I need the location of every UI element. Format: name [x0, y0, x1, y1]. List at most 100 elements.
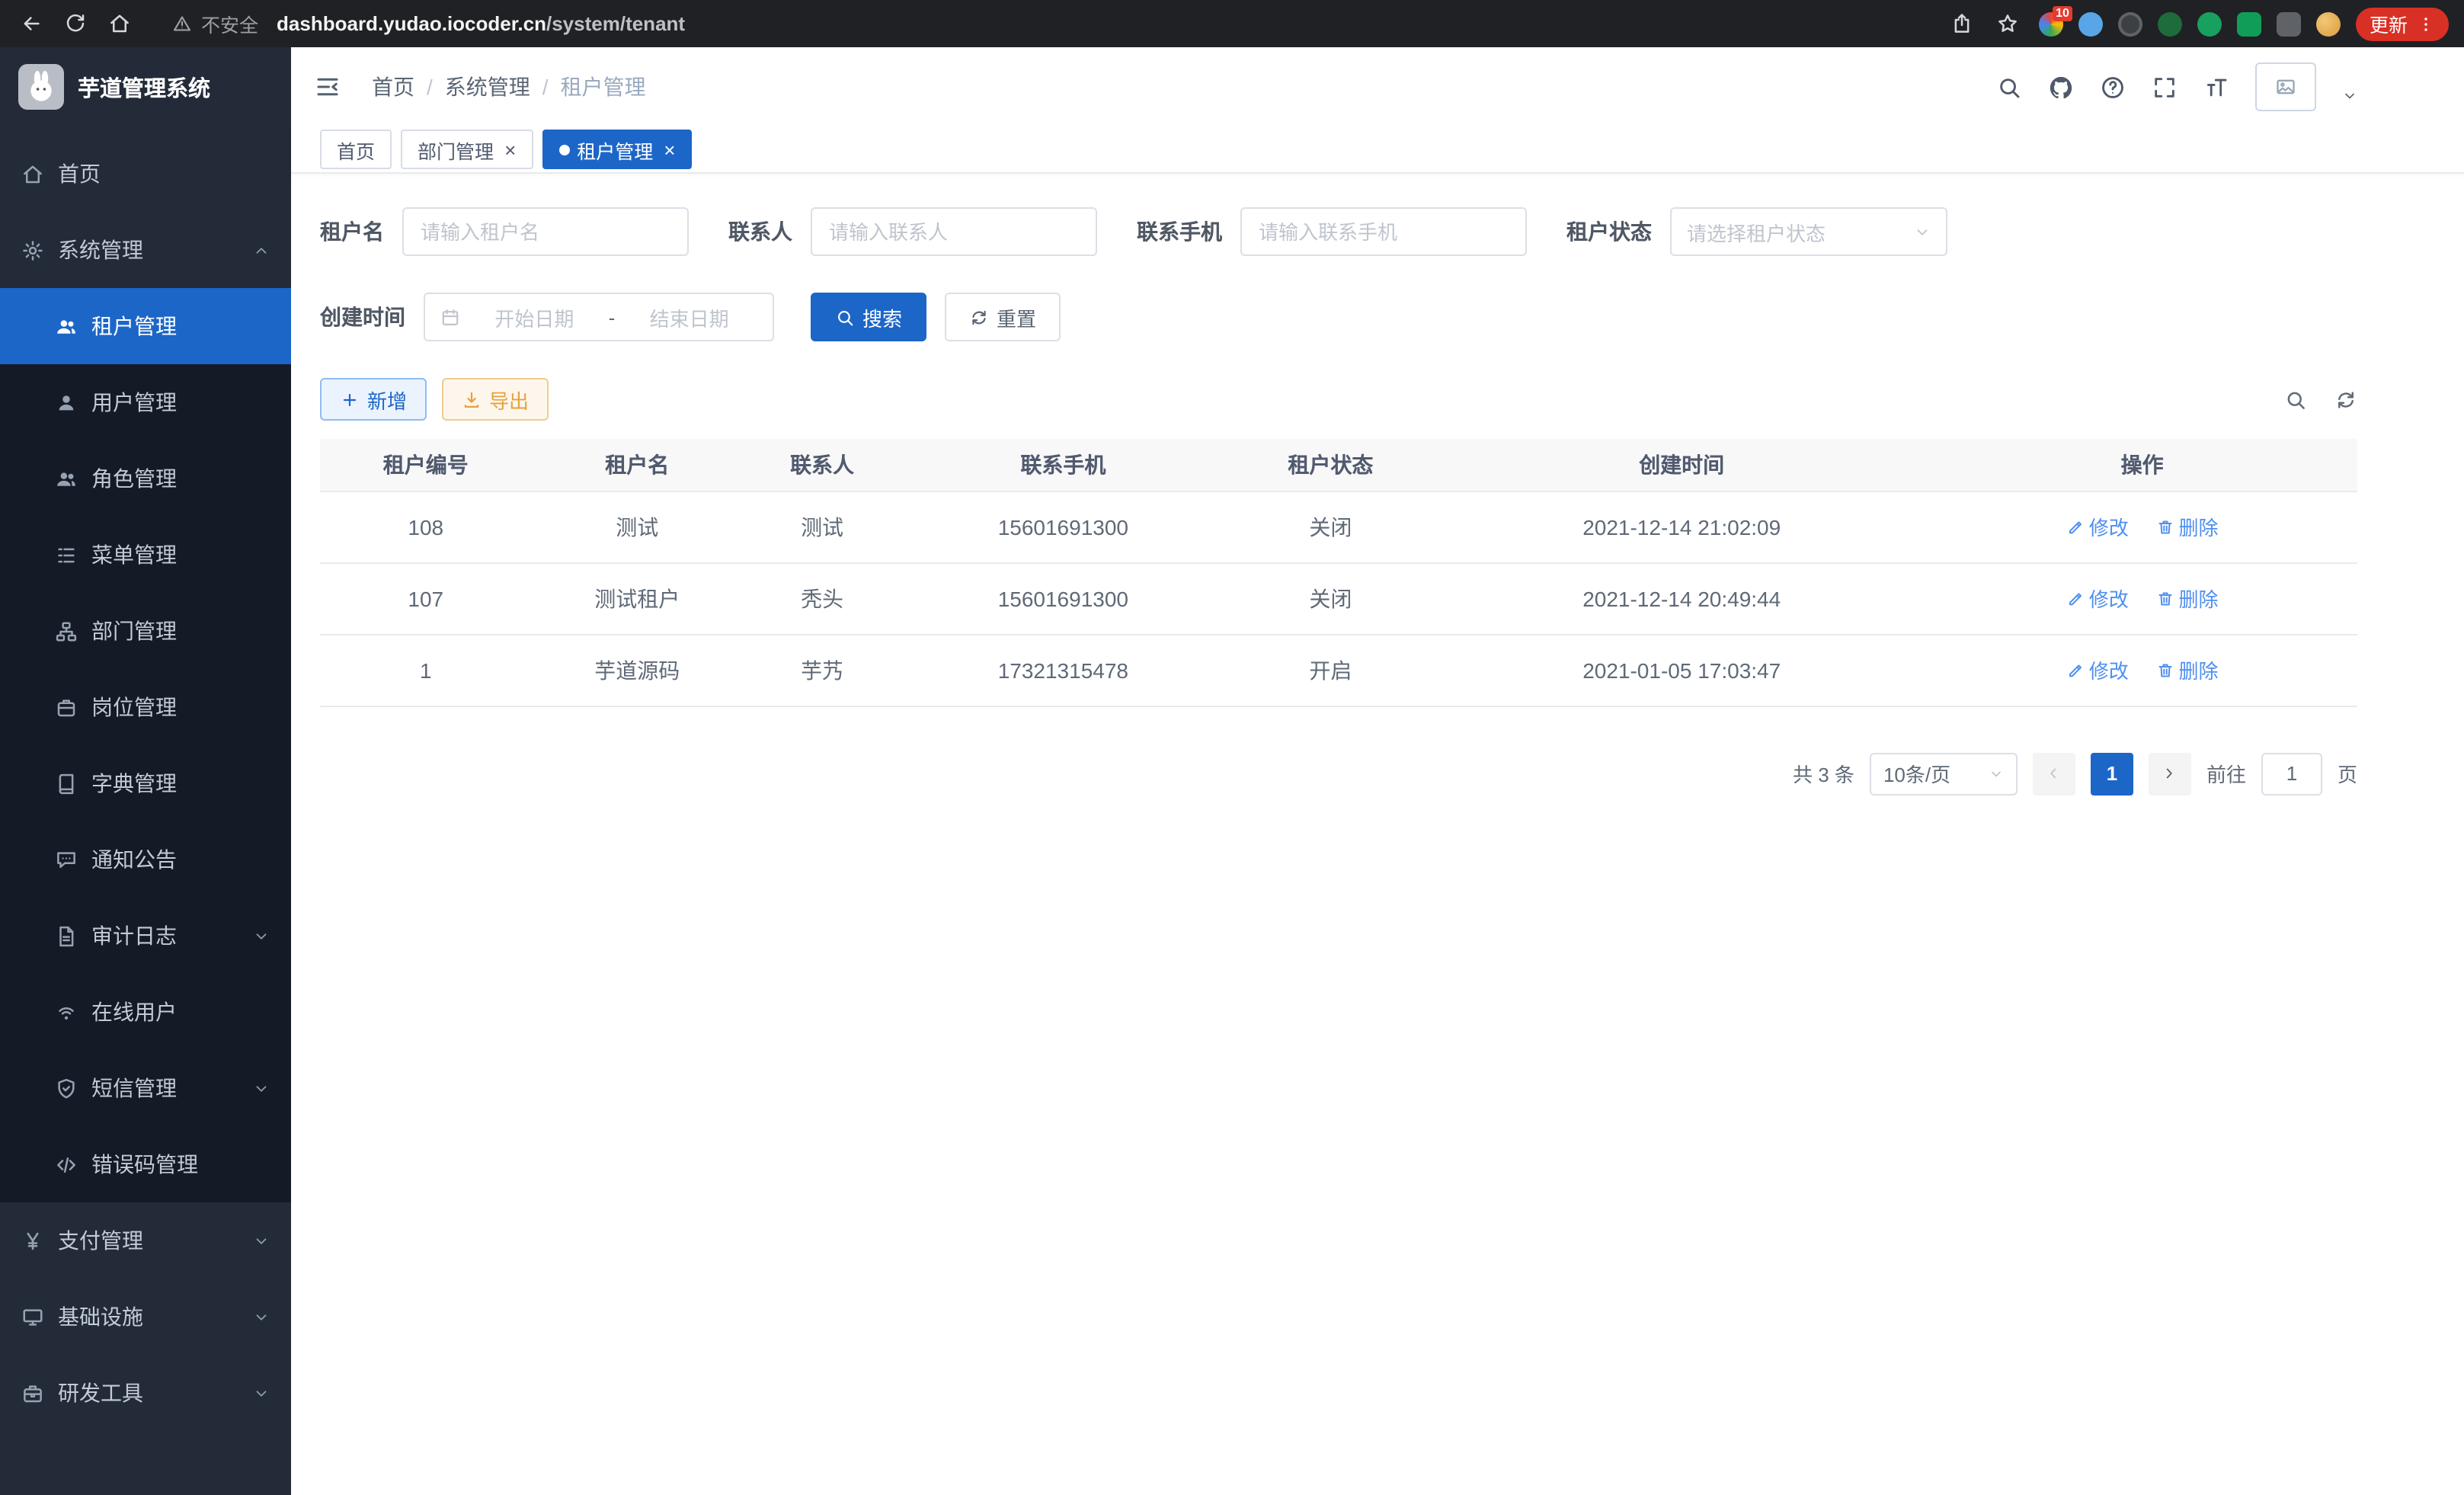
fullscreen-icon[interactable]: [2152, 74, 2178, 100]
menu-fold-button[interactable]: [314, 73, 341, 101]
sidebar-item-sms-management[interactable]: 短信管理: [0, 1050, 291, 1126]
page-size-select[interactable]: 10条/页: [1870, 752, 2018, 795]
tab-home[interactable]: 首页: [320, 130, 392, 169]
plus-icon: [340, 389, 360, 409]
sidebar-item-home[interactable]: 首页: [0, 136, 291, 212]
browser-reload-button[interactable]: [59, 8, 90, 39]
goto-page-input[interactable]: [2261, 752, 2322, 795]
table-row: 1 芋道源码 芋艿 17321315478 开启 2021-01-05 17:0…: [320, 634, 2357, 706]
chrome-update-button[interactable]: 更新: [2356, 7, 2449, 40]
contact-label: 联系人: [728, 216, 792, 247]
edit-link[interactable]: 修改: [2066, 655, 2129, 684]
sidebar-item-dict-management[interactable]: 字典管理: [0, 745, 291, 821]
search-button[interactable]: 搜索: [811, 293, 926, 341]
extension-icon-green-dark[interactable]: [2158, 11, 2182, 36]
extension-icon-blue[interactable]: [2078, 11, 2103, 36]
reset-button[interactable]: 重置: [945, 293, 1061, 341]
table-refresh-icon[interactable]: [2334, 388, 2357, 411]
menu-label: 用户管理: [91, 387, 177, 418]
delete-label: 删除: [2179, 584, 2219, 613]
sidebar-item-online-users[interactable]: 在线用户: [0, 974, 291, 1050]
search-icon[interactable]: [1996, 74, 2022, 100]
delete-link[interactable]: 删除: [2156, 584, 2219, 613]
search-icon: [835, 307, 855, 327]
delete-link[interactable]: 删除: [2156, 512, 2219, 541]
font-size-icon[interactable]: [2203, 74, 2229, 100]
sidebar-item-post-management[interactable]: 岗位管理: [0, 669, 291, 745]
col-header-name: 租户名: [532, 439, 744, 491]
tab-dept-management[interactable]: 部门管理 ×: [401, 130, 533, 169]
user-avatar[interactable]: [2255, 62, 2316, 111]
sidebar-item-error-code[interactable]: 错误码管理: [0, 1126, 291, 1202]
page-number-button[interactable]: 1: [2091, 752, 2133, 795]
status-label: 租户状态: [1566, 216, 1652, 247]
date-range-picker[interactable]: 开始日期 - 结束日期: [424, 293, 774, 341]
code-icon: [55, 1153, 78, 1176]
tenant-name-input[interactable]: [402, 207, 689, 256]
url-path: /system/tenant: [546, 12, 685, 35]
tab-close-icon[interactable]: ×: [504, 139, 516, 159]
edit-link[interactable]: 修改: [2066, 584, 2129, 613]
main-area: 首页 系统管理 租户管理 首页: [291, 47, 2464, 1495]
tab-tenant-management[interactable]: 租户管理 ×: [542, 130, 692, 169]
sidebar-item-devtools[interactable]: 研发工具: [0, 1355, 291, 1431]
browser-home-button[interactable]: [104, 8, 134, 39]
cell-created: 2021-12-14 21:02:09: [1436, 491, 1927, 562]
calendar-icon: [440, 307, 460, 327]
sidebar-item-user-management[interactable]: 用户管理: [0, 364, 291, 440]
cell-created: 2021-12-14 20:49:44: [1436, 562, 1927, 634]
sidebar-item-infra[interactable]: 基础设施: [0, 1279, 291, 1355]
menu-label: 字典管理: [91, 768, 177, 799]
address-bar[interactable]: 不安全 dashboard.yudao.iocoder.cn/system/te…: [172, 9, 1934, 38]
export-button[interactable]: 导出: [442, 378, 549, 421]
extension-icon-green-square[interactable]: [2237, 11, 2261, 36]
sidebar-item-role-management[interactable]: 角色管理: [0, 440, 291, 517]
share-icon[interactable]: [1947, 8, 1978, 39]
avatar-chevron-down-icon[interactable]: [2342, 88, 2357, 104]
topbar: 首页 系统管理 租户管理: [291, 47, 2464, 126]
cell-contact: 芋艿: [743, 634, 901, 706]
pagination: 共 3 条 10条/页 1 前往 页: [320, 752, 2357, 795]
sidebar-item-system-management[interactable]: 系统管理: [0, 212, 291, 288]
tenant-status-select[interactable]: 请选择租户状态: [1670, 207, 1947, 256]
col-header-id: 租户编号: [320, 439, 532, 491]
table-header-row: 租户编号 租户名 联系人 联系手机 租户状态 创建时间 操作: [320, 439, 2357, 491]
profile-avatar[interactable]: [2316, 11, 2341, 36]
url-text: dashboard.yudao.iocoder.cn/system/tenant: [277, 12, 685, 35]
sidebar-menu: 首页 系统管理 租户管理 用户管理: [0, 126, 291, 1431]
browser-back-button[interactable]: [15, 8, 46, 39]
menu-label: 系统管理: [58, 235, 143, 265]
extension-icon-green[interactable]: [2197, 11, 2222, 36]
extension-icon-colorful[interactable]: 10: [2039, 11, 2063, 36]
extension-icon-dark[interactable]: [2118, 11, 2142, 36]
chevron-down-icon: [253, 1308, 270, 1325]
next-page-button[interactable]: [2149, 752, 2191, 795]
add-button-label: 新增: [367, 385, 407, 414]
cell-name: 测试租户: [532, 562, 744, 634]
delete-link[interactable]: 删除: [2156, 655, 2219, 684]
app-logo[interactable]: 芋道管理系统: [0, 47, 291, 126]
date-separator: -: [609, 306, 616, 328]
sidebar-item-menu-management[interactable]: 菜单管理: [0, 517, 291, 593]
reset-button-label: 重置: [997, 303, 1036, 331]
contact-input[interactable]: [811, 207, 1097, 256]
table-search-icon[interactable]: [2284, 388, 2307, 411]
sidebar-item-notice[interactable]: 通知公告: [0, 821, 291, 898]
sidebar-item-dept-management[interactable]: 部门管理: [0, 593, 291, 669]
breadcrumb-system[interactable]: 系统管理: [427, 72, 530, 102]
sidebar-item-audit-log[interactable]: 审计日志: [0, 898, 291, 974]
bookmark-star-icon[interactable]: [1993, 8, 2024, 39]
tab-close-icon[interactable]: ×: [664, 139, 675, 159]
phone-input[interactable]: [1240, 207, 1527, 256]
menu-label: 基础设施: [58, 1301, 143, 1332]
sidebar-item-tenant-management[interactable]: 租户管理: [0, 288, 291, 364]
help-icon[interactable]: [2100, 74, 2126, 100]
edit-link[interactable]: 修改: [2066, 512, 2129, 541]
add-button[interactable]: 新增: [320, 378, 427, 421]
prev-page-button[interactable]: [2033, 752, 2075, 795]
cell-id: 1: [320, 634, 532, 706]
github-icon[interactable]: [2048, 74, 2074, 100]
sidebar-item-payment[interactable]: 支付管理: [0, 1202, 291, 1279]
breadcrumb-home[interactable]: 首页: [372, 72, 414, 102]
extensions-pin-icon[interactable]: [2277, 11, 2301, 36]
